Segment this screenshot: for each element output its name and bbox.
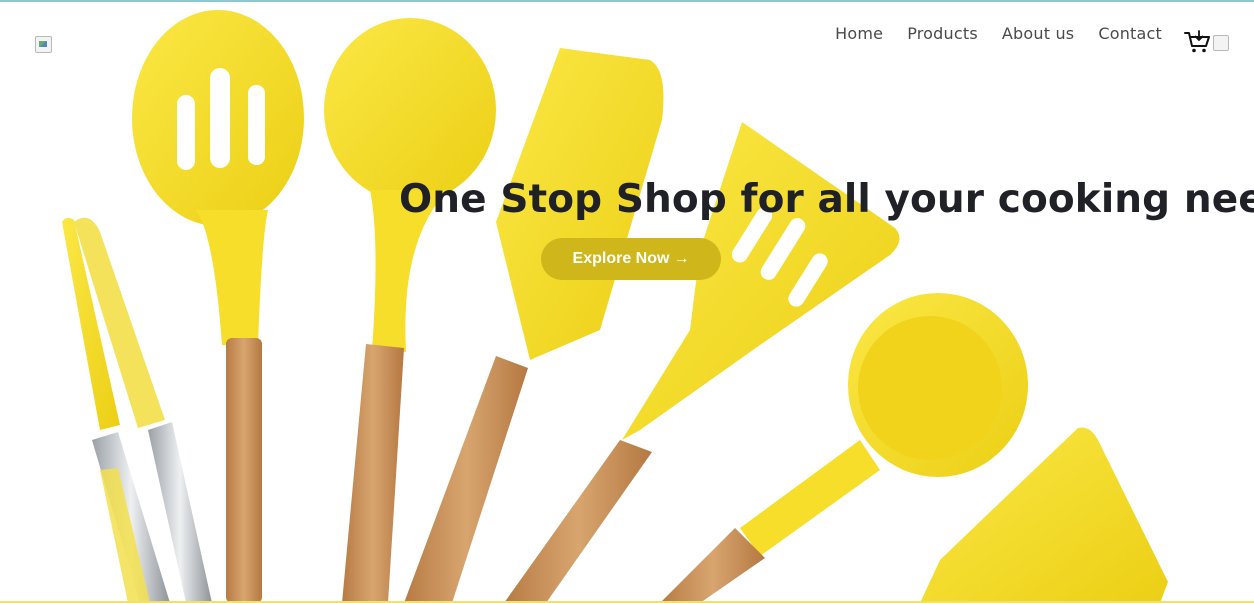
slotted-spoon-shape (132, 10, 304, 603)
main-nav: Home Products About us Contact (835, 24, 1162, 43)
nav-products-link[interactable]: Products (907, 24, 978, 43)
logo-image[interactable] (35, 36, 52, 53)
hero-background-utensils-image (62, 10, 1168, 603)
nav-about-us-link[interactable]: About us (1002, 24, 1074, 43)
explore-now-button[interactable]: Explore Now → (541, 238, 721, 280)
tongs-shape (62, 217, 212, 603)
nav-home-link[interactable]: Home (835, 24, 883, 43)
explore-now-label: Explore Now (572, 250, 670, 267)
cart-icon[interactable] (1184, 30, 1212, 54)
arrow-right-icon: → (673, 250, 690, 267)
nav-contact-link[interactable]: Contact (1098, 24, 1162, 43)
user-avatar-image[interactable] (1213, 35, 1229, 51)
hero-headline: One Stop Shop for all your cooking needs (399, 177, 1254, 223)
